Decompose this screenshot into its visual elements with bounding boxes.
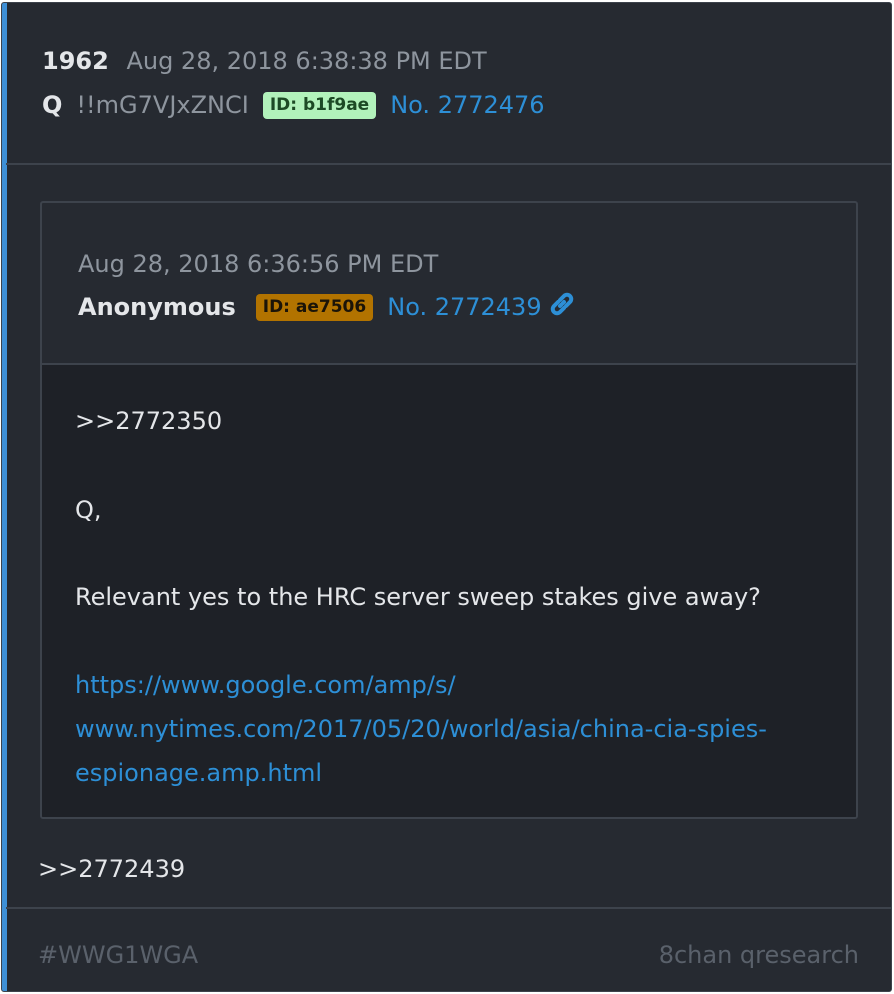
quoted-timestamp: Aug 28, 2018 6:36:56 PM EDT xyxy=(78,250,439,278)
quoted-post-number-link[interactable]: No. 2772439 xyxy=(387,293,541,321)
quoted-ref-link[interactable]: >>2772350 xyxy=(75,407,222,435)
quoted-id-badge: ID: ae7506 xyxy=(255,293,374,321)
post-reply-text[interactable]: >>2772439 xyxy=(38,855,185,883)
post-header: 1962 Aug 28, 2018 6:38:38 PM EDT Q !!mG7… xyxy=(6,3,891,165)
post-meta-row: 1962 Aug 28, 2018 6:38:38 PM EDT xyxy=(42,47,487,75)
post-card: 1962 Aug 28, 2018 6:38:38 PM EDT Q !!mG7… xyxy=(1,2,892,992)
post-tripcode: !!mG7VJxZNCI xyxy=(76,91,249,119)
quoted-url-line-1[interactable]: https://www.google.com/amp/s/ xyxy=(75,671,456,699)
quoted-author-row: Anonymous ID: ae7506 No. 2772439 xyxy=(78,291,576,323)
footer-hashtag: #WWG1WGA xyxy=(38,941,199,969)
footer-source: 8chan qresearch xyxy=(658,941,859,969)
post-number-link[interactable]: No. 2772476 xyxy=(390,91,544,119)
quoted-post-header: Aug 28, 2018 6:36:56 PM EDT Anonymous ID… xyxy=(42,203,856,365)
quoted-url-line-2[interactable]: www.nytimes.com/2017/05/20/world/asia/ch… xyxy=(75,715,767,743)
post-footer: #WWG1WGA 8chan qresearch xyxy=(6,907,891,991)
quoted-post-body: >>2772350 Q, Relevant yes to the HRC ser… xyxy=(42,365,856,817)
post-number: 1962 xyxy=(42,47,109,75)
quoted-question: Relevant yes to the HRC server sweep sta… xyxy=(75,583,761,611)
post-author-row: Q !!mG7VJxZNCI ID: b1f9ae No. 2772476 xyxy=(42,91,545,119)
post-author: Q xyxy=(42,91,63,119)
quoted-post: Aug 28, 2018 6:36:56 PM EDT Anonymous ID… xyxy=(40,201,858,819)
post-timestamp: Aug 28, 2018 6:38:38 PM EDT xyxy=(126,47,487,75)
quoted-greeting: Q, xyxy=(75,496,102,524)
quoted-url-line-3[interactable]: espionage.amp.html xyxy=(75,759,322,787)
quoted-author: Anonymous xyxy=(78,293,236,321)
post-id-badge: ID: b1f9ae xyxy=(262,91,377,119)
link-icon[interactable] xyxy=(548,291,576,323)
